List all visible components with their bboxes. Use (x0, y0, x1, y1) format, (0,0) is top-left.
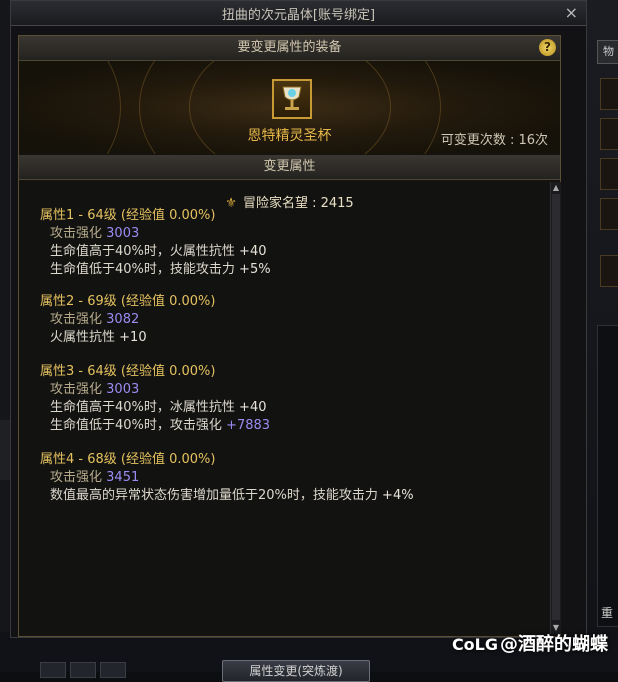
attribute-effect: 生命值高于40%时，火属性抗性 +40 (50, 244, 267, 259)
main-frame: 要变更属性的装备 ? 恩特精灵圣杯 可变更次数 : 16次 变更属性 ▲ ▼ ⚜… (18, 35, 561, 637)
window-titlebar[interactable]: 扭曲的次元晶体[账号绑定] × (11, 1, 586, 26)
attribute-entry[interactable]: 属性4 - 68级 (经验值 0.00%) 攻击强化 3451 数值最高的异常状… (40, 451, 414, 505)
effect-value: +10 (119, 330, 147, 345)
attribute-entry[interactable]: 属性1 - 64级 (经验值 0.00%) 攻击强化 3003 生命值高于40%… (40, 207, 271, 279)
attribute-title: 属性3 - 64级 (经验值 0.00%) (40, 364, 216, 379)
dimension-crystal-window: 扭曲的次元晶体[账号绑定] × 要变更属性的装备 ? 恩特精灵圣杯 可变更次数 … (10, 0, 587, 638)
change-section-title: 变更属性 (263, 159, 316, 174)
scrollbar[interactable]: ▲ ▼ (550, 182, 561, 634)
quickslot[interactable] (100, 662, 126, 678)
inventory-slot[interactable] (600, 118, 618, 150)
quickslot[interactable] (70, 662, 96, 678)
attribute-base-value: 3003 (106, 226, 140, 241)
attribute-base: 攻击强化 3451 (50, 470, 140, 485)
inventory-slot[interactable] (600, 198, 618, 230)
inventory-slot[interactable] (600, 78, 618, 110)
attribute-entry[interactable]: 属性3 - 64级 (经验值 0.00%) 攻击强化 3003 生命值高于40%… (40, 363, 270, 435)
quickslot[interactable] (40, 662, 66, 678)
attribute-base: 攻击强化 3003 (50, 226, 140, 241)
attribute-effect: 生命值低于40%时，技能攻击力 +5% (50, 262, 271, 277)
effect-value: +4% (382, 488, 414, 503)
help-icon[interactable]: ? (539, 39, 556, 56)
attribute-base-value: 3082 (106, 312, 140, 327)
inventory-tab[interactable]: 物 (597, 40, 618, 64)
background-inventory-panel: 物 重 (585, 0, 618, 672)
inventory-tab-label: 物 (603, 45, 614, 58)
attribute-base-value: 3003 (106, 382, 140, 397)
equip-section-title: 要变更属性的装备 (237, 40, 342, 55)
background-left-panel (0, 0, 10, 672)
chalice-icon (282, 86, 302, 110)
effect-value: +7883 (226, 418, 271, 433)
window-title: 扭曲的次元晶体[账号绑定] (221, 8, 376, 23)
attribute-base: 攻击强化 3003 (50, 382, 140, 397)
equip-section-header: 要变更属性的装备 ? (19, 36, 560, 61)
changes-remaining: 可变更次数 : 16次 (440, 133, 548, 148)
right-bottom-label: 重 (601, 606, 614, 620)
effect-value: +40 (239, 244, 267, 259)
attribute-effect: 火属性抗性 +10 (50, 330, 147, 345)
watermark-logo: CoLG (451, 635, 498, 654)
attribute-change-button[interactable]: 属性变更(突炼渡) (222, 660, 370, 682)
attribute-title: 属性1 - 64级 (经验值 0.00%) (40, 208, 216, 223)
watermark: CoLG @酒醉的蝴蝶 (452, 630, 608, 656)
close-button[interactable]: × (565, 3, 578, 22)
attribute-entry[interactable]: 属性2 - 69级 (经验值 0.00%) 攻击强化 3082 火属性抗性 +1… (40, 293, 215, 347)
background-fragment (0, 420, 10, 480)
effect-value: +40 (239, 400, 267, 415)
inventory-lower-panel (597, 325, 618, 627)
attribute-effect: 生命值低于40%时，攻击强化 +7883 (50, 418, 271, 433)
inventory-slot[interactable] (600, 255, 618, 287)
attribute-effect: 数值最高的异常状态伤害增加量低于20%时，技能攻击力 +4% (50, 488, 414, 503)
effect-value: +5% (239, 262, 271, 277)
equipment-banner: 恩特精灵圣杯 可变更次数 : 16次 (19, 61, 560, 154)
equipment-slot[interactable] (272, 79, 312, 119)
watermark-text: @酒醉的蝴蝶 (500, 634, 608, 655)
change-section-header: 变更属性 (19, 155, 560, 180)
attribute-title: 属性4 - 68级 (经验值 0.00%) (40, 452, 216, 467)
scroll-thumb[interactable] (552, 194, 560, 620)
attribute-base-value: 3451 (106, 470, 140, 485)
attribute-title: 属性2 - 69级 (经验值 0.00%) (40, 294, 216, 309)
attribute-base: 攻击强化 3082 (50, 312, 140, 327)
inventory-slot[interactable] (600, 158, 618, 190)
attribute-effect: 生命值高于40%时，冰属性抗性 +40 (50, 400, 267, 415)
